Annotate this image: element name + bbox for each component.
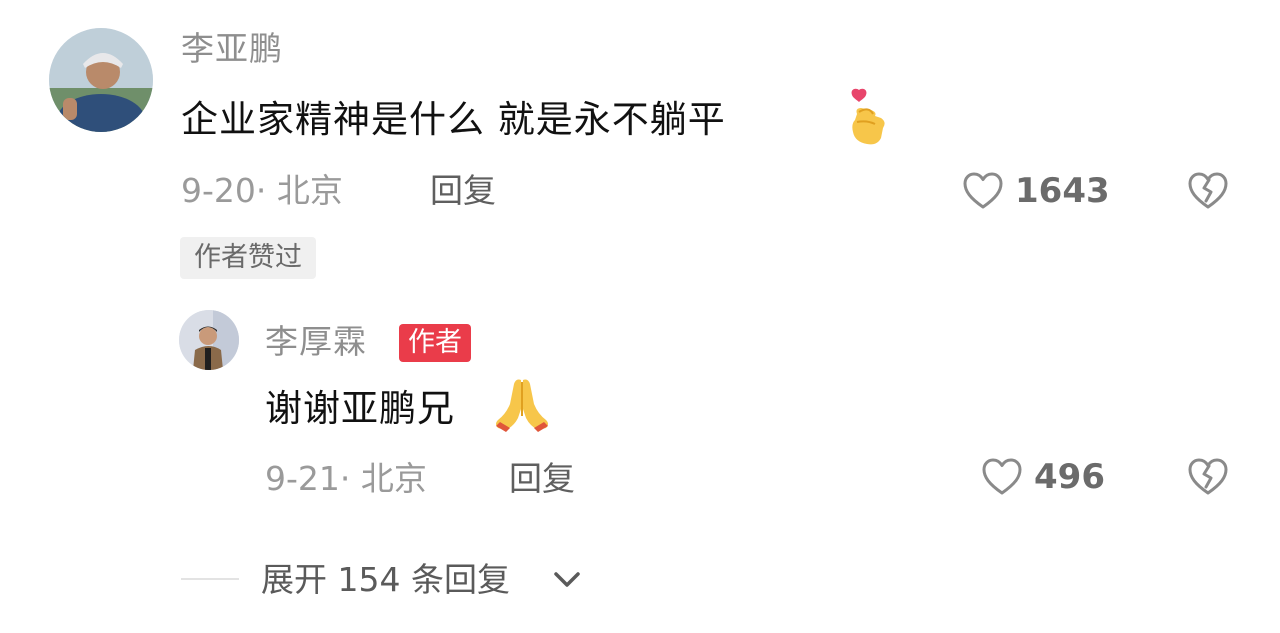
heart-icon [963, 172, 1003, 209]
reply-date-location: 9-21· 北京 [265, 459, 427, 498]
expand-divider [181, 578, 239, 580]
chevron-down-icon[interactable] [551, 568, 583, 592]
liked-by-author-badge: 作者赞过 [180, 237, 316, 279]
avatar-image [49, 28, 153, 132]
author-badge: 作者 [399, 324, 471, 362]
expand-replies-button[interactable]: 展开 154 条回复 [261, 563, 510, 596]
comment-text: 企业家精神是什么 就是永不躺平 [181, 98, 726, 141]
comment-author-name[interactable]: 李亚鹏 [181, 32, 283, 65]
broken-heart-icon [1188, 172, 1228, 209]
comment-like-button[interactable] [962, 171, 1004, 211]
reply-author-name[interactable]: 李厚霖 [265, 325, 367, 358]
comment-reply-button[interactable]: 回复 [430, 174, 496, 207]
reply-like-button[interactable] [981, 457, 1023, 497]
comment-date-location: 9-20· 北京 [181, 171, 343, 210]
heart-icon [982, 458, 1022, 495]
folded-hands-icon [492, 376, 552, 434]
reply-avatar[interactable] [179, 310, 239, 370]
reply-reply-button[interactable]: 回复 [509, 462, 575, 495]
reply-dislike-button[interactable] [1187, 457, 1229, 497]
reply-like-count: 496 [1034, 457, 1105, 497]
reply-text: 谢谢亚鹏兄 [265, 387, 455, 430]
finger-heart-icon [845, 88, 889, 146]
broken-heart-icon [1188, 458, 1228, 495]
comment-dislike-button[interactable] [1187, 171, 1229, 211]
avatar-image [179, 310, 239, 370]
comment-like-count: 1643 [1015, 171, 1110, 211]
avatar[interactable] [49, 28, 153, 132]
